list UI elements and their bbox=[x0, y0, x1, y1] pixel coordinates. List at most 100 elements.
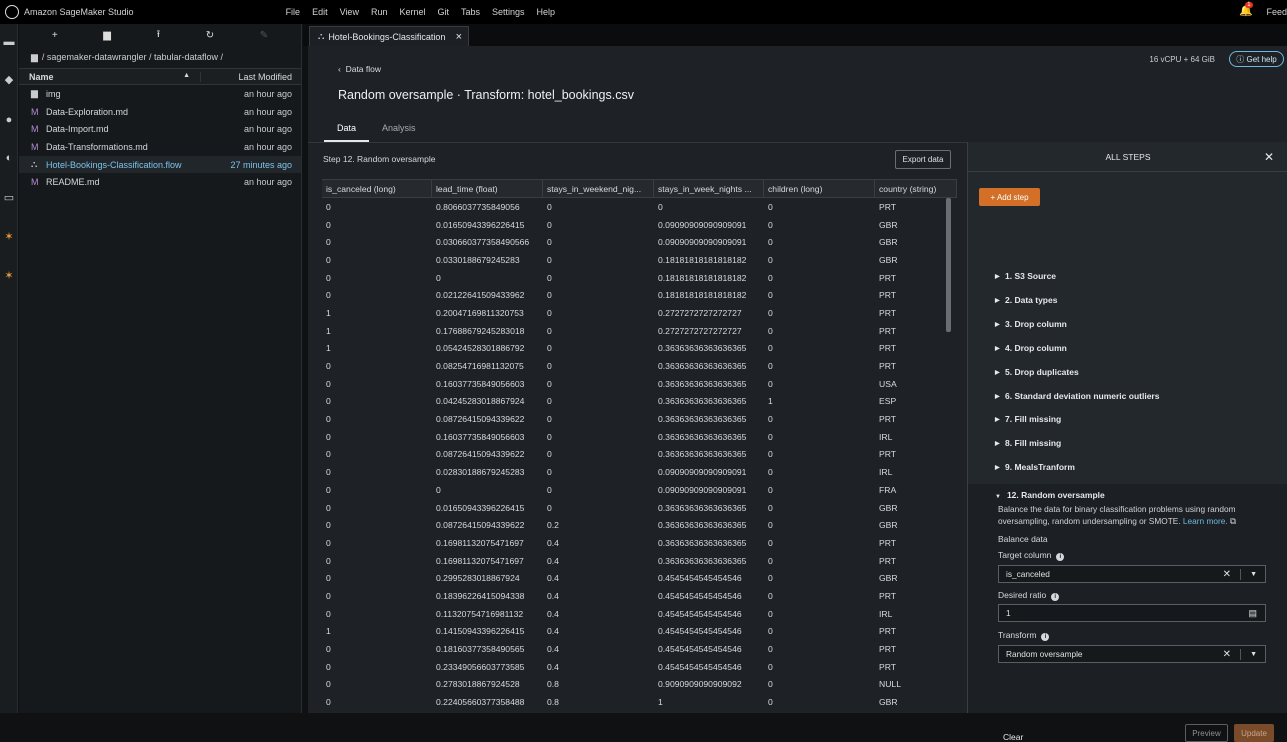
column-header[interactable]: children (long) bbox=[764, 180, 875, 197]
table-cell: 0 bbox=[326, 378, 331, 389]
step-label: 1. S3 Source bbox=[1005, 271, 1057, 281]
feedback-link[interactable]: Feed bbox=[1266, 7, 1287, 17]
file-item[interactable]: M Data-Transformations.md an hour ago bbox=[19, 138, 301, 156]
step-item[interactable]: ▶ 1. S3 Source bbox=[995, 271, 1056, 281]
step-item[interactable]: ▶ 9. MealsTranform bbox=[995, 462, 1075, 472]
close-panel-icon[interactable]: ✕ bbox=[1264, 150, 1274, 164]
transform-select[interactable]: Random oversample ✕ ▼ bbox=[998, 645, 1266, 663]
tabs-icon[interactable]: ▭ bbox=[2, 192, 16, 204]
tab-data[interactable]: Data bbox=[324, 118, 370, 142]
table-cell: 0.36363636363636365 bbox=[658, 361, 747, 372]
palette-icon[interactable]: ◐ bbox=[2, 152, 16, 164]
learn-more-link[interactable]: Learn more. bbox=[1183, 516, 1228, 526]
add-step-button[interactable]: + Add step bbox=[979, 188, 1040, 206]
target-column-select[interactable]: is_canceled ✕ ▼ bbox=[998, 565, 1266, 583]
desired-ratio-input[interactable]: 1 ▤ bbox=[998, 604, 1266, 622]
step-label: 4. Drop column bbox=[1005, 342, 1067, 353]
info-icon[interactable]: i bbox=[1041, 633, 1050, 641]
step-item[interactable]: ▶ 8. Fill missing bbox=[995, 438, 1061, 448]
notification-bell-icon[interactable]: 🔔 1 bbox=[1239, 2, 1253, 17]
git-clone-icon[interactable]: ✎ bbox=[260, 30, 268, 41]
table-cell: 0.16037735849056603 bbox=[436, 431, 525, 442]
table-cell: 0 bbox=[326, 502, 331, 513]
table-cell: GBR bbox=[879, 219, 898, 230]
clear-button[interactable]: Clear bbox=[1003, 732, 1023, 742]
step-item[interactable]: ▶ 5. Drop duplicates bbox=[995, 367, 1079, 377]
column-header[interactable]: lead_time (float) bbox=[432, 180, 543, 197]
table-cell: 0 bbox=[768, 502, 773, 513]
clear-icon[interactable]: ✕ bbox=[1223, 649, 1231, 660]
table-cell: 0.18181818181818182 bbox=[658, 272, 747, 283]
file-item[interactable]: M README.md an hour ago bbox=[19, 173, 301, 191]
table-cell: 0 bbox=[547, 449, 552, 460]
table-cell: 0.18160377358490565 bbox=[436, 644, 525, 655]
column-header[interactable]: stays_in_weekend_nig... bbox=[543, 180, 654, 197]
dropdown-caret-icon[interactable]: ▼ bbox=[1250, 571, 1257, 578]
table-cell: 0.0330188679245283 bbox=[436, 254, 520, 265]
preview-button[interactable]: Preview bbox=[1185, 724, 1228, 742]
menu-edit[interactable]: Edit bbox=[312, 7, 328, 17]
table-row: 0 0.08726415094339622 0.2 0.363636363636363… bbox=[322, 516, 957, 534]
file-item[interactable]: M Data-Import.md an hour ago bbox=[19, 120, 301, 138]
menu-git[interactable]: Git bbox=[437, 7, 449, 17]
refresh-icon[interactable]: ↻ bbox=[206, 30, 214, 41]
menu-file[interactable]: File bbox=[286, 7, 301, 17]
column-header[interactable]: country (string) bbox=[875, 180, 957, 197]
data-wrangler-icon[interactable]: ✶ bbox=[2, 270, 16, 282]
close-tab-icon[interactable]: × bbox=[456, 31, 462, 43]
expanded-step-title[interactable]: ▼ 12. Random oversample bbox=[995, 490, 1105, 500]
menu-run[interactable]: Run bbox=[371, 7, 388, 17]
new-folder-icon[interactable]: ▆ bbox=[103, 30, 111, 41]
step-label: 3. Drop column bbox=[1005, 318, 1067, 329]
table-cell: 0.20047169811320753 bbox=[436, 307, 524, 318]
git-icon[interactable]: ◆ bbox=[2, 74, 16, 86]
table-cell: NULL bbox=[879, 679, 901, 690]
menu-view[interactable]: View bbox=[340, 7, 359, 17]
tab-analysis[interactable]: Analysis bbox=[369, 118, 429, 142]
dropdown-caret-icon[interactable]: ▼ bbox=[1250, 651, 1257, 658]
table-scrollbar[interactable] bbox=[946, 198, 951, 332]
running-terminals-icon[interactable]: ● bbox=[2, 114, 16, 126]
column-header[interactable]: is_canceled (long) bbox=[322, 180, 432, 197]
info-icon[interactable]: i bbox=[1051, 593, 1060, 601]
step-item[interactable]: ▶ 3. Drop column bbox=[995, 319, 1067, 329]
table-row: 1 0.05424528301886792 0 0.36363636363636365… bbox=[322, 340, 957, 358]
step-item[interactable]: ▶ 4. Drop column bbox=[995, 343, 1067, 353]
step-item[interactable]: ▶ 6. Standard deviation numeric outliers bbox=[995, 391, 1159, 401]
file-item[interactable]: M Data-Exploration.md an hour ago bbox=[19, 103, 301, 121]
table-cell: 0 bbox=[768, 608, 773, 619]
clear-icon[interactable]: ✕ bbox=[1223, 569, 1231, 580]
back-to-data-flow-link[interactable]: ‹ Data flow bbox=[338, 64, 381, 74]
menu-help[interactable]: Help bbox=[537, 7, 556, 17]
file-browser-icon[interactable]: ▬ bbox=[2, 36, 16, 48]
new-launcher-icon[interactable]: + bbox=[52, 30, 58, 41]
get-help-button[interactable]: ⓘ Get help bbox=[1229, 51, 1284, 67]
table-cell: 0.4 bbox=[547, 626, 559, 637]
table-cell: 0.2 bbox=[547, 520, 559, 531]
table-cell: 0 bbox=[768, 697, 773, 708]
tab-hotel-bookings-flow[interactable]: ⛬ Hotel-Bookings-Classification × bbox=[309, 26, 469, 46]
table-cell: 0 bbox=[768, 626, 773, 637]
breadcrumb-path[interactable]: / sagemaker-datawrangler / tabular-dataf… bbox=[42, 52, 223, 62]
name-column-header[interactable]: Name ▲ bbox=[19, 71, 201, 82]
menu-kernel[interactable]: Kernel bbox=[399, 7, 425, 17]
table-cell: 0 bbox=[768, 237, 773, 248]
menu-tabs[interactable]: Tabs bbox=[461, 7, 480, 17]
network-icon[interactable]: ✶ bbox=[2, 231, 16, 243]
export-data-button[interactable]: Export data bbox=[895, 150, 951, 169]
step-item[interactable]: ▶ 7. Fill missing bbox=[995, 414, 1061, 424]
info-icon[interactable]: i bbox=[1056, 553, 1065, 561]
file-item[interactable]: ▆ img an hour ago bbox=[19, 85, 301, 103]
file-item[interactable]: ⛬ Hotel-Bookings-Classification.flow 27 mi… bbox=[19, 155, 301, 174]
step-item[interactable]: ▶ 2. Data types bbox=[995, 295, 1057, 305]
column-header[interactable]: stays_in_week_nights ... bbox=[654, 180, 764, 197]
update-button[interactable]: Update bbox=[1234, 724, 1274, 742]
file-name: Data-Transformations.md bbox=[46, 141, 148, 152]
step-label: 6. Standard deviation numeric outliers bbox=[1005, 390, 1160, 401]
modified-column-header[interactable]: Last Modified bbox=[201, 72, 301, 82]
table-cell: 0.09090909090909091 bbox=[658, 467, 747, 478]
table-cell: PRT bbox=[879, 626, 897, 637]
table-cell: 0.36363636363636365 bbox=[658, 502, 747, 513]
menu-settings[interactable]: Settings bbox=[492, 7, 525, 17]
upload-icon[interactable]: ⭱ bbox=[157, 27, 161, 44]
